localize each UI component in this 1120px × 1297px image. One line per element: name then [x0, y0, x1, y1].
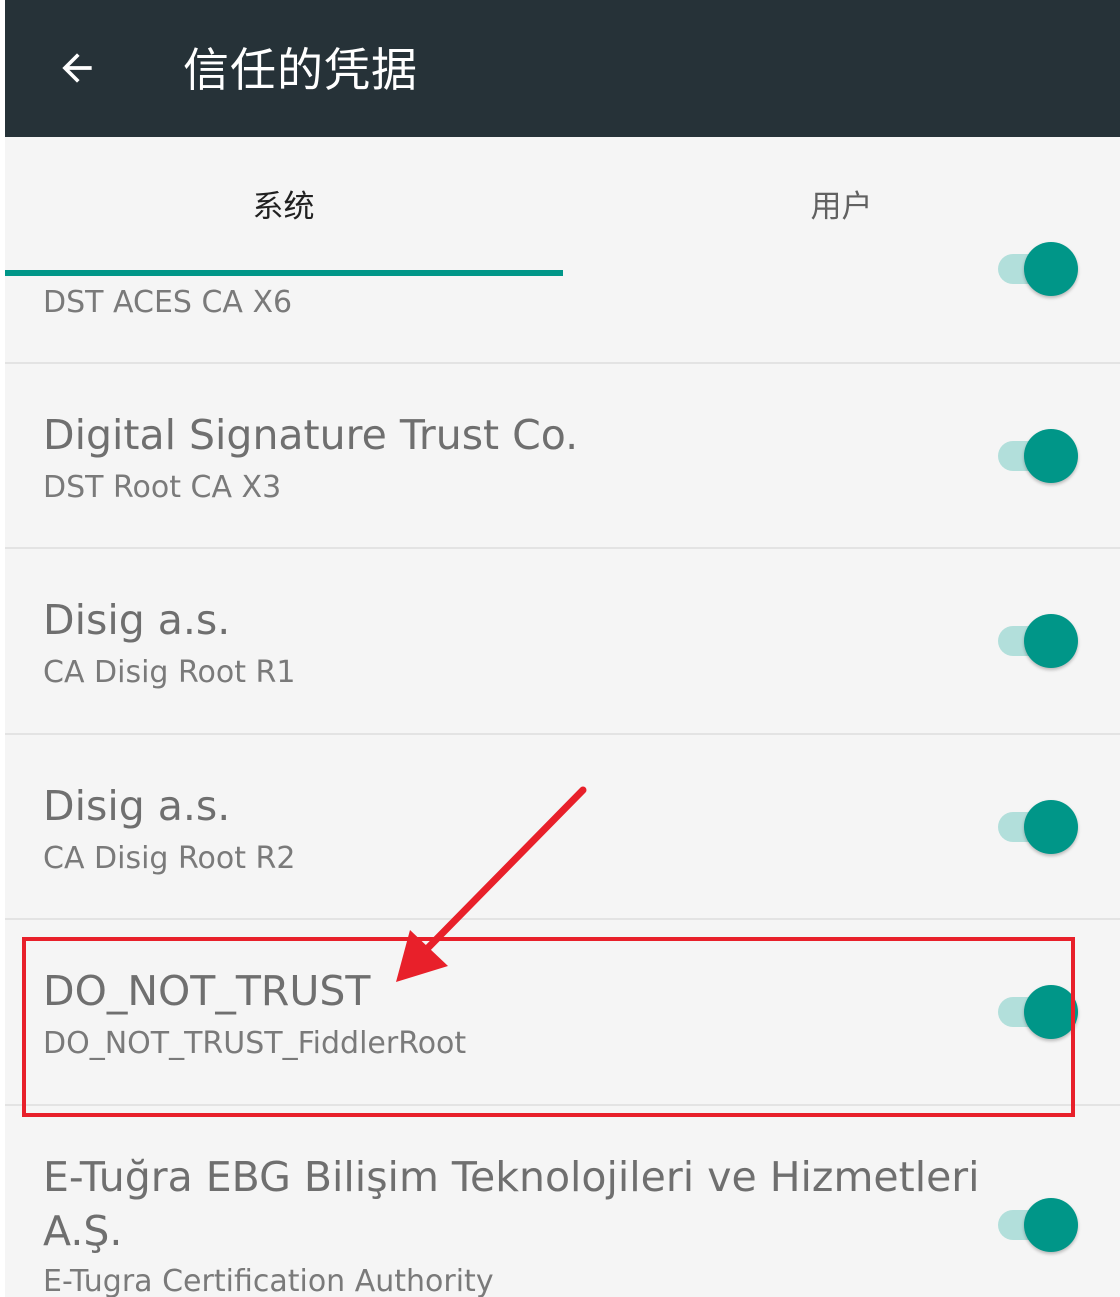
tab-bar: 系统 用户: [5, 137, 1120, 277]
tab-indicator: [5, 270, 563, 276]
list-item-title: Disig a.s.: [43, 782, 231, 830]
back-button[interactable]: [47, 38, 107, 98]
toggle-switch[interactable]: [998, 1198, 1078, 1252]
tab-system[interactable]: 系统: [5, 185, 562, 229]
list-item[interactable]: DST ACES CA X6: [5, 242, 1120, 362]
toggle-switch[interactable]: [998, 614, 1078, 668]
switch-thumb: [1024, 1198, 1078, 1252]
list-item-title: Digital Signature Trust Co.: [43, 411, 579, 459]
arrow-back-icon: [62, 53, 92, 83]
list-item[interactable]: Digital Signature Trust Co. DST Root CA …: [5, 364, 1120, 547]
red-arrow-icon: [396, 786, 587, 982]
switch-thumb: [1024, 800, 1078, 854]
toggle-switch[interactable]: [998, 242, 1078, 296]
list-item-title-line2: A.Ş.: [43, 1207, 123, 1255]
toggle-switch[interactable]: [998, 429, 1078, 483]
list-item-subtitle: CA Disig Root R2: [43, 841, 296, 876]
switch-thumb: [1024, 614, 1078, 668]
toggle-switch[interactable]: [998, 800, 1078, 854]
list-item[interactable]: Disig a.s. CA Disig Root R1: [5, 549, 1120, 732]
list-item-title-line1: E-Tuğra EBG Bilişim Teknolojileri ve Hiz…: [43, 1153, 980, 1201]
tab-user[interactable]: 用户: [563, 185, 1120, 229]
list-item[interactable]: E-Tuğra EBG Bilişim Teknolojileri ve Hiz…: [5, 1106, 1120, 1297]
app-bar: 信任的凭据: [5, 0, 1120, 137]
list-item-subtitle: CA Disig Root R1: [43, 655, 296, 690]
page-title: 信任的凭据: [183, 43, 418, 97]
list-item-subtitle: DST ACES CA X6: [43, 285, 293, 320]
switch-thumb: [1024, 429, 1078, 483]
list-item-title: Disig a.s.: [43, 596, 231, 644]
list-item-subtitle: DST Root CA X3: [43, 470, 282, 505]
switch-thumb: [1024, 242, 1078, 296]
list-item-subtitle: E-Tugra Certification Authority: [43, 1264, 494, 1297]
